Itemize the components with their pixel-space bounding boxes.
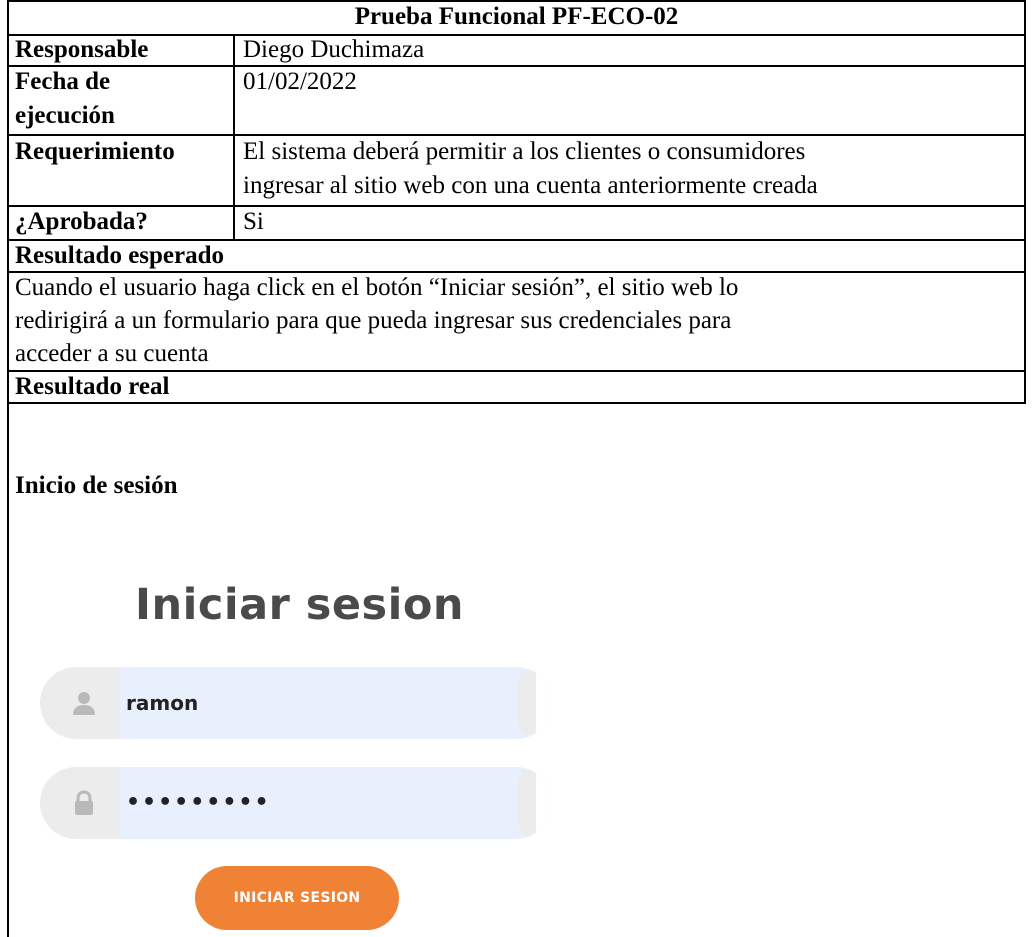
table-rule: [7, 65, 1026, 67]
username-input[interactable]: ramon: [126, 667, 198, 739]
responsable-label: Responsable: [15, 36, 149, 63]
table-border-right: [1024, 0, 1026, 403]
esperado-line1: Cuando el usuario haga click en el botón…: [15, 274, 739, 301]
password-input[interactable]: •••••••••: [126, 767, 271, 839]
requerimiento-value-line1: El sistema deberá permitir a los cliente…: [243, 138, 806, 165]
table-rule: [7, 205, 1026, 207]
password-field-tail: [536, 767, 552, 839]
fecha-label-line2: ejecución: [15, 102, 115, 129]
real-heading: Resultado real: [15, 373, 170, 400]
table-border-left: [7, 0, 9, 937]
responsable-value: Diego Duchimaza: [243, 36, 425, 63]
table-rule: [7, 34, 1026, 36]
esperado-line3: acceder a su cuenta: [15, 340, 209, 367]
user-icon: [73, 692, 95, 715]
document-title: Prueba Funcional PF-ECO-02: [354, 3, 679, 30]
table-column-divider: [233, 34, 235, 239]
requerimiento-value-line2: ingresar al sitio web con una cuenta ant…: [243, 172, 818, 199]
username-field[interactable]: ramon: [40, 667, 552, 739]
esperado-heading: Resultado esperado: [15, 242, 225, 269]
login-button[interactable]: INICIAR SESION: [195, 866, 399, 930]
fecha-value: 01/02/2022: [243, 68, 357, 95]
requerimiento-label: Requerimiento: [15, 138, 175, 165]
real-subheading: Inicio de sesión: [15, 472, 178, 499]
login-title: Iniciar sesion: [135, 580, 465, 630]
esperado-line2: redirigirá a un formulario para que pued…: [15, 307, 732, 334]
password-field[interactable]: •••••••••: [40, 767, 552, 839]
lock-icon: [75, 790, 93, 815]
username-field-tail: [536, 667, 552, 739]
aprobada-value: Si: [243, 208, 264, 235]
aprobada-label: ¿Aprobada?: [15, 208, 148, 235]
fecha-label-line1: Fecha de: [15, 68, 111, 95]
